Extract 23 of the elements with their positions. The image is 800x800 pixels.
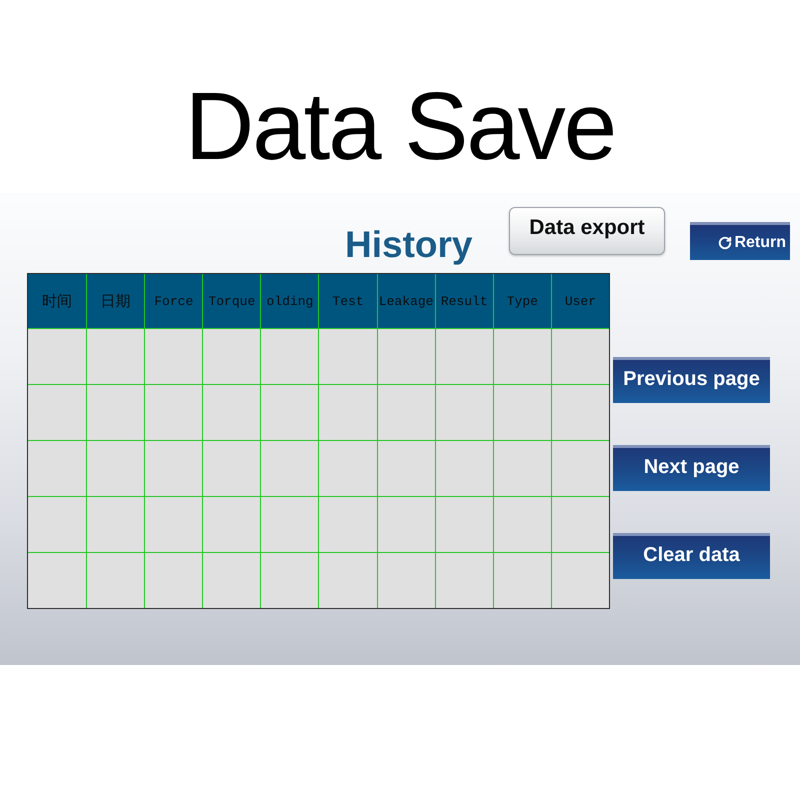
circular-arrow-icon bbox=[718, 236, 732, 250]
page-title: Data Save bbox=[184, 79, 616, 175]
column-header: Torque bbox=[208, 294, 256, 308]
table-row[interactable] bbox=[28, 329, 609, 384]
return-button[interactable]: Return bbox=[690, 222, 790, 260]
table-row[interactable] bbox=[28, 384, 609, 440]
column-header: Leakage bbox=[378, 294, 434, 308]
page-action-button[interactable]: Clear data bbox=[613, 533, 770, 579]
table-row[interactable] bbox=[28, 552, 609, 608]
data-export-button[interactable]: Data export bbox=[509, 207, 665, 255]
column-header: Type bbox=[506, 294, 538, 308]
column-header: Result bbox=[440, 294, 488, 308]
column-header: 时间 bbox=[42, 292, 72, 310]
column-header: olding bbox=[266, 294, 314, 308]
column-header: User bbox=[564, 294, 596, 308]
column-header: Test bbox=[332, 294, 364, 308]
column-header: 日期 bbox=[100, 292, 131, 310]
table-row[interactable] bbox=[28, 440, 609, 496]
history-heading: History bbox=[345, 226, 474, 263]
table-row[interactable] bbox=[28, 496, 609, 552]
page-action-button[interactable]: Previous page bbox=[613, 357, 770, 403]
column-header: Force bbox=[154, 294, 194, 308]
page-action-button[interactable]: Next page bbox=[613, 445, 770, 491]
